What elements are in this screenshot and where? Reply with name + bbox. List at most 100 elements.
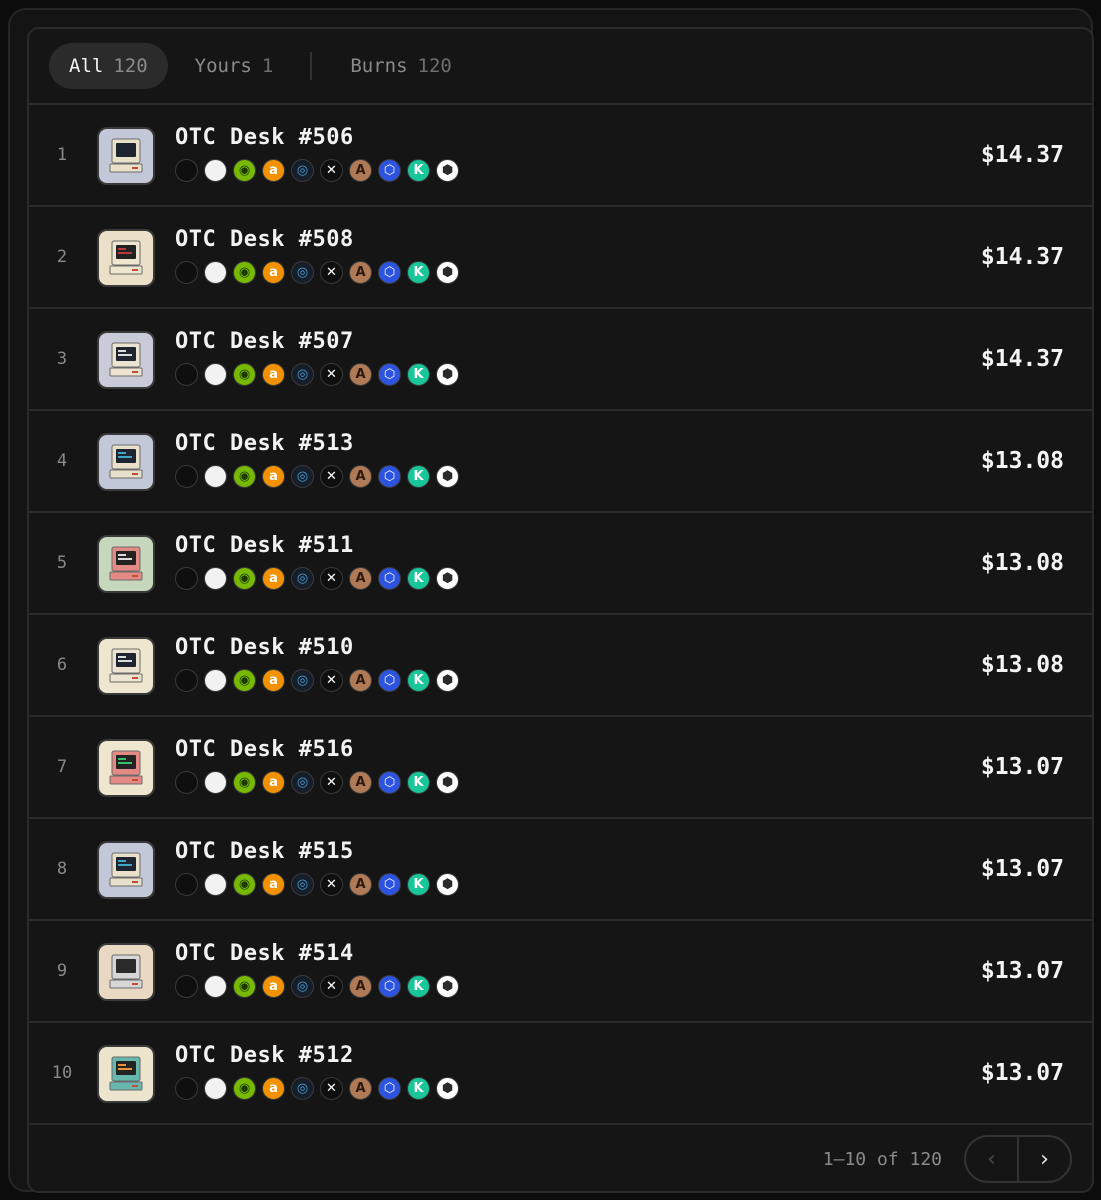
avatar — [97, 229, 155, 287]
tab-burns[interactable]: Burns 120 — [330, 43, 472, 89]
tab-divider — [310, 52, 313, 80]
table-row[interactable]: 4 OTC Desk #513 ◉ a ◎ ✕ A ⬡ K ⬢ $13.08 — [29, 411, 1092, 513]
table-row[interactable]: 7 OTC Desk #516 ◉ a ◎ ✕ A ⬡ K ⬢ $13.07 — [29, 717, 1092, 819]
token-badges: ◉ a ◎ ✕ A ⬡ K ⬢ — [175, 159, 465, 182]
desk-price: $13.07 — [980, 856, 1064, 882]
tab-yours[interactable]: Yours 1 — [175, 43, 294, 89]
rank-number: 10 — [51, 1063, 73, 1083]
desk-name[interactable]: OTC Desk #515 — [175, 839, 354, 864]
nvidia-icon: ◉ — [233, 363, 256, 386]
x-icon: ✕ — [320, 771, 343, 794]
tab-count: 1 — [261, 55, 274, 77]
desk-name[interactable]: OTC Desk #513 — [175, 431, 354, 456]
ring-icon: ◎ — [291, 261, 314, 284]
tab-label: Burns — [350, 55, 408, 77]
apple-icon — [175, 669, 198, 692]
table-row[interactable]: 1 OTC Desk #506 ◉ a ◎ ✕ A ⬡ K ⬢ $14.37 — [29, 105, 1092, 207]
x-icon: ✕ — [320, 567, 343, 590]
token-badges: ◉ a ◎ ✕ A ⬡ K ⬢ — [175, 669, 465, 692]
tab-bar: All 120 Yours 1 Burns 120 — [29, 29, 1092, 105]
tab-all[interactable]: All 120 — [49, 43, 168, 89]
desk-name[interactable]: OTC Desk #511 — [175, 533, 354, 558]
apple-icon — [175, 771, 198, 794]
ring-icon: ◎ — [291, 363, 314, 386]
desk-price: $13.08 — [980, 448, 1064, 474]
x-icon: ✕ — [320, 975, 343, 998]
rank-number: 5 — [56, 553, 68, 573]
microsoft-icon — [204, 465, 227, 488]
microsoft-icon — [204, 873, 227, 896]
table-row[interactable]: 3 OTC Desk #507 ◉ a ◎ ✕ A ⬡ K ⬢ $14.37 — [29, 309, 1092, 411]
computer-icon — [109, 648, 143, 683]
prev-page-button[interactable]: ‹ — [966, 1137, 1017, 1181]
k-token-icon: K — [407, 465, 430, 488]
nvidia-icon: ◉ — [233, 873, 256, 896]
computer-icon — [109, 546, 143, 581]
desk-name[interactable]: OTC Desk #512 — [175, 1043, 354, 1068]
desk-price: $13.08 — [980, 652, 1064, 678]
table-row[interactable]: 9 OTC Desk #514 ◉ a ◎ ✕ A ⬡ K ⬢ $13.07 — [29, 921, 1092, 1023]
ring-icon: ◎ — [291, 771, 314, 794]
ai-token-icon: A — [349, 261, 372, 284]
nvidia-icon: ◉ — [233, 771, 256, 794]
computer-icon — [109, 444, 143, 479]
microsoft-icon — [204, 261, 227, 284]
amazon-icon: a — [262, 873, 285, 896]
apple-icon — [175, 261, 198, 284]
table-row[interactable]: 8 OTC Desk #515 ◉ a ◎ ✕ A ⬡ K ⬢ $13.07 — [29, 819, 1092, 921]
white-hex-icon: ⬢ — [436, 261, 459, 284]
ring-icon: ◎ — [291, 159, 314, 182]
microsoft-icon — [204, 1077, 227, 1100]
table-row[interactable]: 6 OTC Desk #510 ◉ a ◎ ✕ A ⬡ K ⬢ $13.08 — [29, 615, 1092, 717]
k-token-icon: K — [407, 771, 430, 794]
nvidia-icon: ◉ — [233, 669, 256, 692]
apple-icon — [175, 465, 198, 488]
apple-icon — [175, 567, 198, 590]
desk-name[interactable]: OTC Desk #510 — [175, 635, 354, 660]
avatar — [97, 943, 155, 1001]
rank-number: 4 — [56, 451, 68, 471]
amazon-icon: a — [262, 1077, 285, 1100]
x-icon: ✕ — [320, 363, 343, 386]
tab-count: 120 — [417, 55, 452, 77]
chevron-left-icon: ‹ — [987, 1146, 996, 1172]
desk-name[interactable]: OTC Desk #514 — [175, 941, 354, 966]
computer-icon — [109, 954, 143, 989]
token-badges: ◉ a ◎ ✕ A ⬡ K ⬢ — [175, 1077, 465, 1100]
token-badges: ◉ a ◎ ✕ A ⬡ K ⬢ — [175, 261, 465, 284]
ring-icon: ◎ — [291, 975, 314, 998]
ring-icon: ◎ — [291, 669, 314, 692]
k-token-icon: K — [407, 261, 430, 284]
apple-icon — [175, 159, 198, 182]
apple-icon — [175, 873, 198, 896]
rank-number: 6 — [56, 655, 68, 675]
desk-name[interactable]: OTC Desk #516 — [175, 737, 354, 762]
desk-name[interactable]: OTC Desk #506 — [175, 125, 354, 150]
ai-token-icon: A — [349, 567, 372, 590]
nvidia-icon: ◉ — [233, 261, 256, 284]
tab-label: All — [69, 55, 104, 77]
blue-hex-icon: ⬡ — [378, 873, 401, 896]
blue-hex-icon: ⬡ — [378, 159, 401, 182]
table-row[interactable]: 10 OTC Desk #512 ◉ a ◎ ✕ A ⬡ K ⬢ $13.07 — [29, 1023, 1092, 1125]
x-icon: ✕ — [320, 669, 343, 692]
blue-hex-icon: ⬡ — [378, 567, 401, 590]
avatar — [97, 1045, 155, 1103]
desk-name[interactable]: OTC Desk #508 — [175, 227, 354, 252]
table-row[interactable]: 5 OTC Desk #511 ◉ a ◎ ✕ A ⬡ K ⬢ $13.08 — [29, 513, 1092, 615]
desk-name[interactable]: OTC Desk #507 — [175, 329, 354, 354]
k-token-icon: K — [407, 567, 430, 590]
amazon-icon: a — [262, 669, 285, 692]
white-hex-icon: ⬢ — [436, 363, 459, 386]
microsoft-icon — [204, 567, 227, 590]
pagination-footer: 1–10 of 120 ‹ › — [29, 1125, 1092, 1191]
token-badges: ◉ a ◎ ✕ A ⬡ K ⬢ — [175, 465, 465, 488]
table-row[interactable]: 2 OTC Desk #508 ◉ a ◎ ✕ A ⬡ K ⬢ $14.37 — [29, 207, 1092, 309]
next-page-button[interactable]: › — [1019, 1137, 1070, 1181]
desk-price: $13.07 — [980, 958, 1064, 984]
avatar — [97, 739, 155, 797]
tab-count: 120 — [113, 55, 148, 77]
blue-hex-icon: ⬡ — [378, 465, 401, 488]
apple-icon — [175, 1077, 198, 1100]
token-badges: ◉ a ◎ ✕ A ⬡ K ⬢ — [175, 771, 465, 794]
